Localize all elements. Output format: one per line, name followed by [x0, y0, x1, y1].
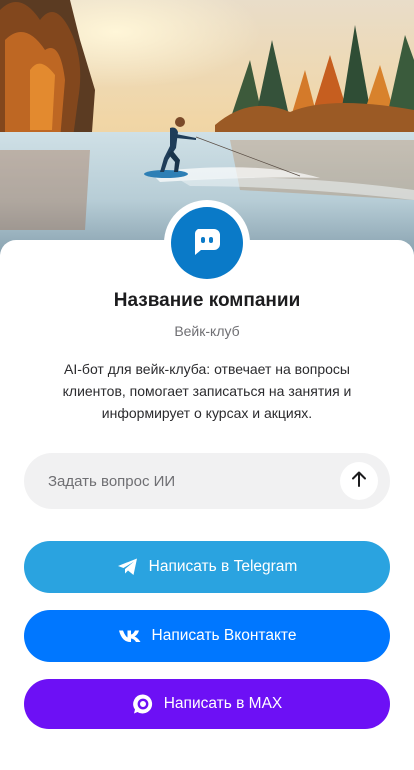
telegram-button-label: Написать в Telegram: [148, 558, 298, 575]
vk-button[interactable]: Написать Вконтакте: [24, 610, 390, 662]
vk-icon: [118, 629, 142, 643]
ask-ai-input[interactable]: [48, 453, 328, 509]
max-button-label: Написать в MAX: [163, 695, 283, 712]
max-button[interactable]: Написать в MAX: [24, 679, 390, 729]
telegram-icon: [117, 557, 139, 577]
company-description: AI-бот для вейк-клуба: отвечает на вопро…: [62, 361, 352, 421]
vk-button-label: Написать Вконтакте: [151, 627, 297, 644]
company-type: Вейк-клуб: [174, 323, 240, 339]
avatar-circle: [171, 207, 243, 279]
company-avatar: [164, 200, 250, 286]
max-icon: [132, 693, 154, 715]
telegram-button[interactable]: Написать в Telegram: [24, 541, 390, 593]
chat-bot-icon: [190, 224, 224, 263]
send-button[interactable]: [340, 462, 378, 500]
company-name: Название компании: [113, 290, 301, 311]
arrow-up-icon: [351, 470, 367, 493]
ask-ai-box: [24, 453, 390, 509]
